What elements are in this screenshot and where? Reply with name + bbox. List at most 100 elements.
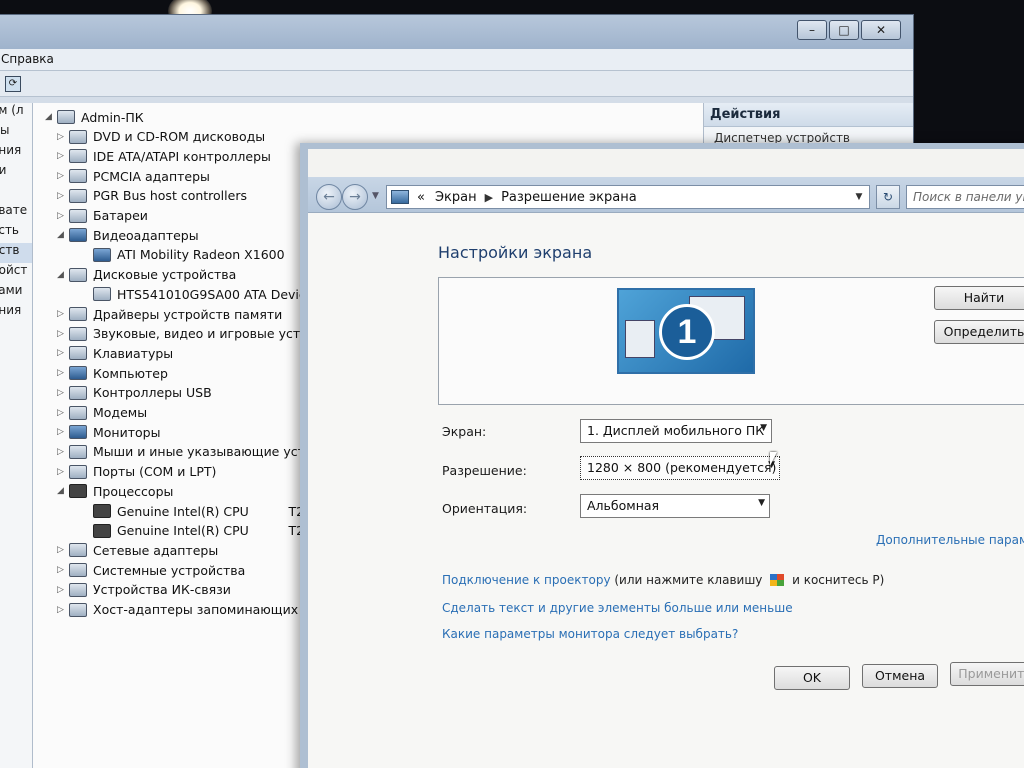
console-tree-item[interactable]: ками (0, 283, 32, 303)
tree-node[interactable]: Genuine Intel(R) CPU T2 (81, 501, 304, 521)
tree-node[interactable]: ◢ Видеоадаптеры (57, 225, 199, 245)
tree-node[interactable]: ▷ Системные устройства (57, 560, 245, 580)
tree-node-label: Сетевые адаптеры (93, 542, 219, 558)
orientation-select-value: Альбомная (587, 498, 660, 513)
which-settings-link[interactable]: Какие параметры монитора следует выбрать… (442, 627, 738, 641)
tree-node[interactable]: ATI Mobility Radeon X1600 (81, 245, 285, 265)
breadcrumb-screen[interactable]: Экран (435, 190, 477, 205)
address-bar[interactable]: « Экран ▶ Разрешение экрана ▼ (386, 185, 870, 209)
console-tree-item[interactable] (0, 183, 32, 203)
maximize-button[interactable]: □ (829, 20, 859, 40)
collapsed-arrow-icon[interactable]: ▷ (57, 368, 69, 378)
tree-node[interactable]: ▷ Компьютер (57, 363, 168, 383)
collapsed-arrow-icon[interactable]: ▷ (57, 329, 69, 339)
breadcrumb-prefix[interactable]: « (417, 190, 425, 205)
tree-node[interactable]: Genuine Intel(R) CPU T2 (81, 521, 304, 541)
identify-button[interactable]: Определить (934, 320, 1024, 344)
collapsed-arrow-icon[interactable]: ▷ (57, 348, 69, 358)
console-tree-item[interactable]: йств (0, 243, 32, 263)
console-tree-item[interactable]: ом (л (0, 103, 32, 123)
scan-hardware-icon[interactable]: ⟳ (5, 76, 21, 92)
tree-node-label: Драйверы устройств памяти (93, 306, 283, 322)
console-tree-item[interactable]: ри (0, 163, 32, 183)
resolution-select[interactable]: 1280 × 800 (рекомендуется) ▼ (580, 456, 780, 480)
tree-node[interactable]: HTS541010G9SA00 ATA Device (81, 284, 313, 304)
tree-node[interactable]: ▷ DVD и CD-ROM дисководы (57, 127, 265, 147)
collapsed-arrow-icon[interactable]: ▷ (57, 467, 69, 477)
tree-node[interactable]: ▷ Контроллеры USB (57, 383, 212, 403)
tree-node[interactable]: ▷ Модемы (57, 403, 147, 423)
refresh-button[interactable]: ↻ (876, 185, 900, 209)
console-tree-item[interactable]: овате (0, 203, 32, 223)
console-tree-item[interactable]: ения (0, 143, 32, 163)
collapsed-arrow-icon[interactable]: ▷ (57, 565, 69, 575)
search-input[interactable]: Поиск в панели управления (906, 185, 1024, 209)
breadcrumb-separator-icon[interactable]: ▶ (485, 191, 493, 204)
resolution-label: Разрешение: (442, 463, 527, 478)
tree-node[interactable]: ▷ IDE ATA/ATAPI контроллеры (57, 146, 271, 166)
monitor-1-thumbnail[interactable]: 1 (617, 288, 755, 374)
tree-node[interactable]: ▷ Драйверы устройств памяти (57, 304, 282, 324)
collapsed-arrow-icon[interactable]: ▷ (57, 191, 69, 201)
collapsed-arrow-icon[interactable]: ▷ (57, 211, 69, 221)
text-size-link[interactable]: Сделать текст и другие элементы больше и… (442, 601, 793, 615)
windows-key-icon (770, 574, 785, 586)
console-tree-item[interactable]: ения (0, 303, 32, 323)
tree-node-label: HTS541010G9SA00 ATA Device (117, 286, 314, 302)
close-button[interactable]: ✕ (861, 20, 901, 40)
collapsed-arrow-icon[interactable]: ▷ (57, 427, 69, 437)
expanded-arrow-icon[interactable]: ◢ (57, 486, 69, 496)
tree-node[interactable]: ▷ Порты (COM и LPT) (57, 462, 216, 482)
tree-node[interactable]: ◢ Admin-ПК (45, 107, 144, 127)
screen-settings-content: Настройки экрана 1 Найти Определить Экра… (308, 213, 1024, 768)
find-button[interactable]: Найти (934, 286, 1024, 310)
collapsed-arrow-icon[interactable]: ▷ (57, 309, 69, 319)
tree-node[interactable]: ▷ Сетевые адаптеры (57, 540, 218, 560)
tree-node[interactable]: ▷ Устройства ИК-связи (57, 580, 231, 600)
collapsed-arrow-icon[interactable]: ▷ (57, 408, 69, 418)
tree-node[interactable]: ▷ PCMCIA адаптеры (57, 166, 210, 186)
advanced-settings-link[interactable]: Дополнительные параметры (876, 533, 1024, 547)
tree-node[interactable]: ▷ PGR Bus host controllers (57, 186, 247, 206)
display-select[interactable]: 1. Дисплей мобильного ПК ▼ (580, 419, 772, 443)
collapsed-arrow-icon[interactable]: ▷ (57, 447, 69, 457)
tree-node[interactable]: ▷ Мониторы (57, 422, 160, 442)
console-tree-item[interactable]: ройст (0, 263, 32, 283)
tree-node-label: Genuine Intel(R) CPU T2 (117, 503, 305, 519)
tree-node[interactable]: ▷ Батареи (57, 206, 148, 226)
collapsed-arrow-icon[interactable]: ▷ (57, 545, 69, 555)
collapsed-arrow-icon[interactable]: ▷ (57, 585, 69, 595)
menu-item-help[interactable]: Справка (1, 52, 54, 66)
collapsed-arrow-icon[interactable]: ▷ (57, 388, 69, 398)
tree-node[interactable]: ◢ Процессоры (57, 481, 173, 501)
collapsed-arrow-icon[interactable]: ▷ (57, 132, 69, 142)
recent-pages-dropdown[interactable]: ▼ (372, 191, 379, 201)
expanded-arrow-icon[interactable]: ◢ (57, 270, 69, 280)
page-title: Настройки экрана (438, 243, 593, 262)
expanded-arrow-icon[interactable]: ◢ (57, 230, 69, 240)
orientation-select[interactable]: Альбомная ▼ (580, 494, 770, 518)
tree-node[interactable]: ▷ Клавиатуры (57, 343, 173, 363)
card-icon (69, 188, 87, 203)
forward-button[interactable]: → (342, 184, 368, 210)
address-dropdown-icon[interactable]: ▼ (851, 188, 867, 206)
tree-node-label: Мониторы (93, 424, 161, 440)
collapsed-arrow-icon[interactable]: ▷ (57, 171, 69, 181)
monitor-icon (69, 425, 87, 440)
connect-projector-link[interactable]: Подключение к проектору (442, 573, 611, 587)
collapsed-arrow-icon[interactable]: ▷ (57, 605, 69, 615)
expanded-arrow-icon[interactable]: ◢ (45, 112, 57, 122)
tree-node[interactable]: ◢ Дисковые устройства (57, 265, 236, 285)
ok-button[interactable]: OK (774, 666, 850, 690)
projector-hint-start: (или нажмите клавишу (614, 573, 763, 587)
back-button[interactable]: ← (316, 184, 342, 210)
console-tree-item[interactable]: ость (0, 223, 32, 243)
tree-node-label: Контроллеры USB (93, 385, 212, 401)
apply-button[interactable]: Применить (950, 662, 1024, 686)
cancel-button[interactable]: Отмена (862, 664, 938, 688)
breadcrumb-resolution[interactable]: Разрешение экрана (501, 190, 637, 205)
minimize-button[interactable]: – (797, 20, 827, 40)
console-tree-item[interactable]: мы (0, 123, 32, 143)
collapsed-arrow-icon[interactable]: ▷ (57, 151, 69, 161)
tree-node-label: Модемы (93, 405, 148, 420)
